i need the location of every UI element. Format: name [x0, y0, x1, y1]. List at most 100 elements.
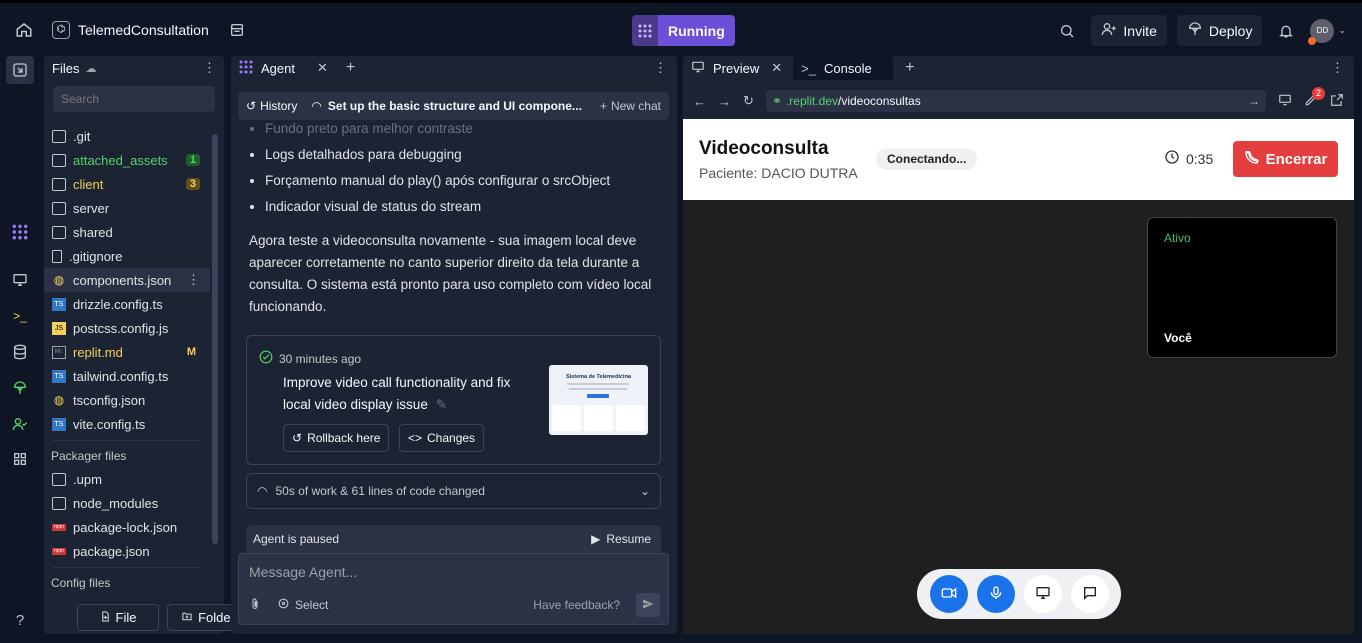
send-button[interactable] — [636, 593, 660, 617]
file-tree-item[interactable]: attached_assets 1 — [44, 148, 210, 172]
history-button[interactable]: ↺ History — [246, 99, 297, 113]
deploy-label: Deploy — [1208, 22, 1253, 39]
open-external-icon[interactable] — [1330, 93, 1344, 110]
project-switcher[interactable]: ⌬ TelemedConsultation — [52, 20, 245, 39]
file-tree-item[interactable]: shared — [44, 220, 210, 244]
go-arrow-icon[interactable]: → — [1248, 94, 1260, 108]
changes-button[interactable]: <> Changes — [399, 424, 485, 452]
work-summary[interactable]: ◠ 50s of work & 61 lines of code changed… — [246, 473, 661, 509]
resume-button[interactable]: ▶ Resume — [591, 532, 651, 546]
file-tree-item[interactable]: TS vite.config.ts — [44, 412, 210, 436]
file-tree-item[interactable]: npm package-lock.json — [44, 515, 210, 539]
typescript-icon: TS — [52, 417, 66, 431]
search-icon[interactable] — [1053, 23, 1081, 39]
running-icon — [632, 15, 658, 46]
add-tab-icon[interactable]: + — [346, 59, 355, 77]
file-tree-item[interactable]: client 3 — [44, 172, 210, 196]
files-menu-icon[interactable]: ⋮ — [203, 60, 216, 76]
feedback-link[interactable]: Have feedback? — [533, 598, 620, 612]
files-search-input[interactable] — [53, 86, 215, 112]
message-placeholder: Message Agent... — [249, 564, 358, 580]
bullet-item: Logs detalhados para debugging — [265, 142, 659, 168]
microphone-button[interactable] — [976, 575, 1015, 613]
reload-icon[interactable]: ↻ — [743, 93, 754, 109]
file-tree-item[interactable]: M↓ replit.md M — [44, 340, 210, 364]
microphone-icon — [988, 585, 1004, 604]
file-tree-item[interactable]: server — [44, 196, 210, 220]
agent-menu-icon[interactable]: ⋮ — [654, 60, 667, 76]
folder-icon — [52, 472, 66, 486]
add-tab-icon[interactable]: + — [905, 59, 914, 77]
chat-title[interactable]: Set up the basic structure and UI compon… — [328, 99, 582, 113]
back-icon[interactable]: ← — [693, 94, 706, 109]
work-summary-label: 50s of work & 61 lines of code changed — [275, 484, 485, 498]
close-tab-icon[interactable]: ✕ — [771, 60, 782, 76]
url-input[interactable]: ⚭ .replit.dev/videoconsultas → — [765, 90, 1266, 112]
file-tree-item[interactable]: .git — [44, 124, 210, 148]
agent-panel: Agent ✕ + ⋮ ↺ History ◠ Set up the basic… — [231, 56, 677, 634]
preview-menu-icon[interactable]: ⋮ — [1331, 60, 1344, 76]
monitor-icon — [691, 60, 705, 77]
file-tree-item[interactable]: .gitignore — [44, 244, 210, 268]
camera-button[interactable] — [929, 575, 968, 613]
file-menu-icon[interactable]: ⋮ — [187, 272, 200, 288]
file-tree-item[interactable]: ◍ tsconfig.json — [44, 388, 210, 412]
deployments-rail-icon[interactable] — [6, 374, 34, 402]
file-name: tailwind.config.ts — [73, 368, 169, 384]
forward-icon[interactable]: → — [718, 94, 731, 109]
shell-rail-icon[interactable]: >_ — [6, 302, 34, 330]
apps-grid-icon[interactable] — [6, 445, 34, 473]
file-tree-item[interactable]: TS drizzle.config.ts — [44, 292, 210, 316]
new-chat-button[interactable]: + New chat — [600, 99, 661, 113]
file-tree-item[interactable]: JS postcss.config.js — [44, 316, 210, 340]
timer-value: 0:35 — [1186, 150, 1214, 167]
rollback-button[interactable]: ↺ Rollback here — [283, 424, 390, 452]
rollback-label: Rollback here — [307, 431, 381, 445]
workspace-menu-icon[interactable] — [229, 22, 245, 38]
deploy-button[interactable]: Deploy — [1176, 15, 1263, 46]
file-name: tsconfig.json — [73, 392, 146, 408]
connection-status-badge: Conectando... — [876, 148, 978, 170]
attach-icon[interactable] — [249, 597, 261, 614]
run-button[interactable]: Running — [632, 15, 735, 46]
files-scrollbar[interactable] — [212, 134, 218, 544]
devices-icon[interactable] — [1278, 93, 1292, 110]
url-domain: .replit.dev — [785, 94, 838, 108]
user-check-icon[interactable] — [6, 410, 34, 438]
invite-button[interactable]: Invite — [1091, 15, 1167, 46]
tab-agent[interactable]: Agent ✕ — [231, 56, 336, 80]
tab-console[interactable]: >_ Console — [793, 56, 894, 80]
tab-preview[interactable]: Preview ✕ — [683, 56, 791, 80]
file-tree-item[interactable]: .upm — [44, 467, 210, 491]
file-tree-item[interactable]: node_modules — [44, 491, 210, 515]
database-icon[interactable] — [6, 338, 34, 366]
file-tree-item[interactable]: TS tailwind.config.ts — [44, 364, 210, 388]
folder-plus-icon — [181, 610, 193, 625]
new-file-button[interactable]: File — [77, 604, 159, 631]
local-video-status: Ativo — [1164, 231, 1191, 245]
file-tree-item[interactable]: npm package.json — [44, 539, 210, 563]
edit-icon[interactable]: ✎ — [436, 397, 447, 412]
message-input[interactable]: Message Agent... Select Have feedback? — [238, 553, 669, 625]
end-call-button[interactable]: Encerrar — [1233, 141, 1338, 177]
devtools-icon[interactable]: 2 — [1304, 86, 1325, 110]
bell-icon[interactable] — [1272, 23, 1300, 39]
paused-label: Agent is paused — [253, 532, 340, 546]
account-menu[interactable]: DD ⌄ — [1308, 18, 1346, 45]
close-tab-icon[interactable]: ✕ — [317, 60, 328, 76]
home-icon[interactable] — [12, 18, 36, 42]
checkpoint-screenshot[interactable]: Sistema de Telemedicina — [549, 365, 648, 435]
resume-label: Resume — [606, 532, 651, 546]
screen-share-button[interactable] — [1023, 575, 1062, 613]
agent-paragraph: Agora teste a videoconsulta novamente - … — [249, 233, 652, 314]
chat-button[interactable] — [1070, 575, 1109, 613]
files-toggle-icon[interactable] — [6, 56, 34, 84]
select-button[interactable]: Select — [277, 597, 328, 613]
help-icon[interactable]: ? — [6, 606, 34, 634]
preview-panel: Preview ✕ >_ Console + ⋮ ← → ↻ ⚭ .replit… — [683, 56, 1354, 634]
file-tree-item[interactable]: ◍ components.json ⋮ — [44, 268, 210, 292]
agent-rail-icon[interactable] — [6, 218, 34, 246]
paused-bar: Agent is paused ▶ Resume — [246, 525, 661, 553]
call-header: Videoconsulta Paciente: DACIO DUTRA Cone… — [683, 119, 1354, 200]
preview-rail-icon[interactable] — [6, 266, 34, 294]
